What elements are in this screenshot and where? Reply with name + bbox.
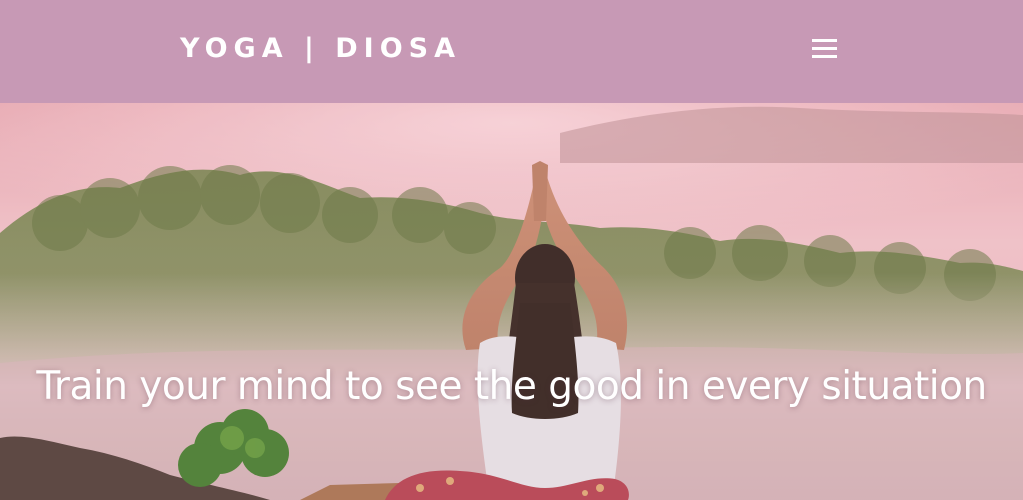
hero-background-image: [0, 103, 1023, 500]
site-logo-text[interactable]: YOGA | DIOSA: [180, 31, 461, 67]
site-header: YOGA | DIOSA: [0, 0, 1023, 103]
hamburger-menu-icon[interactable]: [812, 39, 837, 59]
hero-banner: Train your mind to see the good in every…: [0, 103, 1023, 500]
hero-tagline: Train your mind to see the good in every…: [36, 364, 987, 409]
hamburger-line: [812, 47, 837, 50]
hamburger-line: [812, 39, 837, 42]
hamburger-line: [812, 55, 837, 58]
